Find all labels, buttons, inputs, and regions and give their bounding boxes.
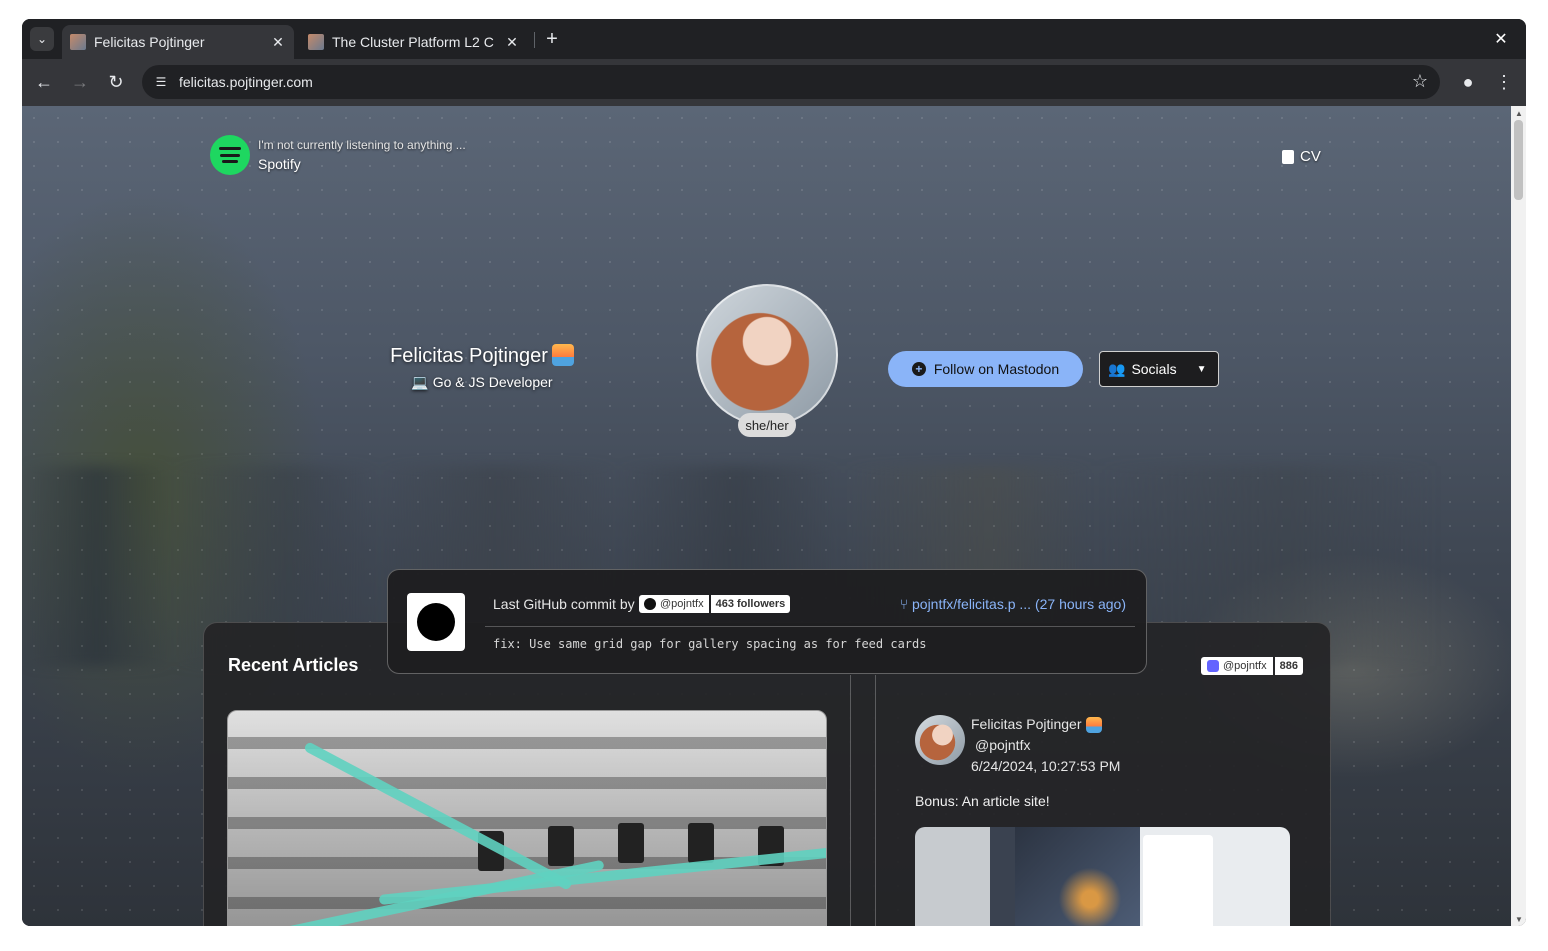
profile-name-block: Felicitas Pojtinger 💻 Go & JS Developer [382, 344, 582, 391]
users-icon: 👥 [1108, 360, 1126, 377]
tab-separator [534, 32, 535, 48]
cv-link[interactable]: CV [1282, 148, 1321, 165]
site-info-icon[interactable]: ☰ [152, 73, 170, 91]
spotify-icon [210, 135, 250, 175]
image-detail [548, 826, 574, 866]
socials-dropdown-button[interactable]: 👥 Socials ▼ [1099, 351, 1219, 387]
image-detail [618, 823, 644, 863]
window-close-icon[interactable]: ✕ [1490, 28, 1512, 50]
profile-role: 💻 Go & JS Developer [411, 374, 553, 390]
github-logo-icon [407, 593, 465, 651]
github-user-badge[interactable]: @pojntfx 463 followers [639, 595, 791, 613]
mastodon-icon [1207, 660, 1219, 672]
column-divider [875, 675, 876, 926]
page-viewport: I'm not currently listening to anything … [22, 106, 1511, 926]
git-branch-icon: ⑂ [899, 596, 909, 612]
follow-button-label: Follow on Mastodon [933, 361, 1060, 377]
column-divider [850, 675, 851, 926]
tab-close-icon[interactable]: ✕ [502, 32, 522, 52]
image-detail [688, 823, 714, 863]
mastodon-handle-badge: @pojntfx [1201, 657, 1273, 675]
sunrise-emoji-icon [1085, 717, 1102, 733]
scroll-down-arrow-icon[interactable]: ▼ [1515, 915, 1523, 924]
mastodon-handle: @pojntfx [1223, 660, 1267, 672]
github-followers: 463 followers [710, 595, 791, 613]
forward-arrow-icon[interactable]: → [67, 69, 93, 95]
image-detail [1015, 827, 1140, 926]
commit-repo-text: pojntfx/felicitas.p ... (27 hours ago) [912, 596, 1126, 612]
article-thumbnail[interactable] [227, 710, 827, 926]
page-scrollbar[interactable]: ▲ ▼ [1511, 106, 1526, 926]
socials-button-label: Socials [1131, 361, 1177, 377]
plus-circle-icon: + [911, 362, 926, 376]
favicon-icon [308, 34, 324, 50]
tab-title: The Cluster Platform L2 C [332, 34, 494, 50]
post-avatar[interactable] [915, 715, 965, 765]
scroll-up-arrow-icon[interactable]: ▲ [1515, 109, 1523, 118]
commit-label: Last GitHub commit by [493, 596, 635, 612]
tab-title: Felicitas Pojtinger [94, 34, 205, 50]
github-commit-card: Last GitHub commit by @pojntfx 463 follo… [387, 569, 1147, 674]
cv-label: CV [1300, 148, 1321, 165]
recent-articles-heading: Recent Articles [228, 655, 359, 675]
browser-toolbar: ← → ↻ ☰ felicitas.pojtinger.com ☆ ● ⋮ [22, 59, 1526, 106]
pronoun-badge: she/her [738, 413, 796, 437]
profile-name: Felicitas Pojtinger [390, 345, 548, 367]
follow-mastodon-button[interactable]: + Follow on Mastodon [888, 351, 1083, 387]
back-arrow-icon[interactable]: ← [31, 69, 57, 95]
post-meta: Felicitas Pojtinger @pojntfx 6/24/2024, … [971, 714, 1120, 777]
github-user: @pojntfx [639, 595, 709, 613]
post-timestamp[interactable]: 6/24/2024, 10:27:53 PM [971, 756, 1120, 777]
sunrise-emoji-icon [551, 344, 574, 366]
spotify-now-playing[interactable]: I'm not currently listening to anything … [210, 135, 466, 175]
reload-icon[interactable]: ↻ [103, 69, 129, 95]
tab-search-chevron-icon[interactable]: ⌄ [30, 27, 54, 51]
mastodon-badge[interactable]: @pojntfx 886 [1201, 657, 1303, 675]
commit-message: fix: Use same grid gap for gallery spaci… [493, 637, 927, 651]
address-bar[interactable]: ☰ felicitas.pojtinger.com ☆ [142, 65, 1440, 99]
image-detail [303, 741, 573, 891]
tab-felicitas[interactable]: Felicitas Pojtinger ✕ [62, 25, 294, 59]
new-tab-plus-icon[interactable]: + [541, 28, 563, 50]
post-handle: @pojntfx [975, 737, 1031, 753]
browser-window: ⌄ Felicitas Pojtinger ✕ The Cluster Plat… [22, 19, 1526, 926]
post-media-image[interactable] [915, 827, 1290, 926]
favicon-icon [70, 34, 86, 50]
tab-strip: ⌄ Felicitas Pojtinger ✕ The Cluster Plat… [22, 19, 1526, 59]
kebab-menu-icon[interactable]: ⋮ [1491, 69, 1517, 95]
tab-cluster-platform[interactable]: The Cluster Platform L2 C ✕ [300, 25, 528, 59]
post-author-row: Felicitas Pojtinger [971, 714, 1120, 735]
image-detail [378, 846, 826, 906]
profile-name-row: Felicitas Pojtinger [382, 344, 582, 368]
image-detail [1143, 835, 1213, 926]
mastodon-follower-count: 886 [1274, 657, 1303, 675]
github-icon [644, 598, 656, 610]
post-text: Bonus: An article site! [915, 793, 1050, 809]
bookmark-star-icon[interactable]: ☆ [1412, 71, 1428, 92]
book-icon [1282, 149, 1294, 164]
commit-repo-link[interactable]: ⑂ pojntfx/felicitas.p ... (27 hours ago) [900, 596, 1126, 612]
spotify-status: I'm not currently listening to anything … [258, 138, 466, 152]
caret-down-icon: ▼ [1196, 363, 1207, 375]
profile-icon[interactable]: ● [1455, 69, 1481, 95]
avatar [696, 284, 838, 426]
url-text[interactable]: felicitas.pojtinger.com [179, 74, 313, 90]
post-author: Felicitas Pojtinger [971, 716, 1082, 732]
spotify-label: Spotify [258, 156, 301, 172]
github-username: @pojntfx [660, 598, 704, 610]
divider [485, 626, 1135, 627]
tab-close-icon[interactable]: ✕ [268, 32, 288, 52]
scrollbar-thumb[interactable] [1514, 120, 1523, 200]
